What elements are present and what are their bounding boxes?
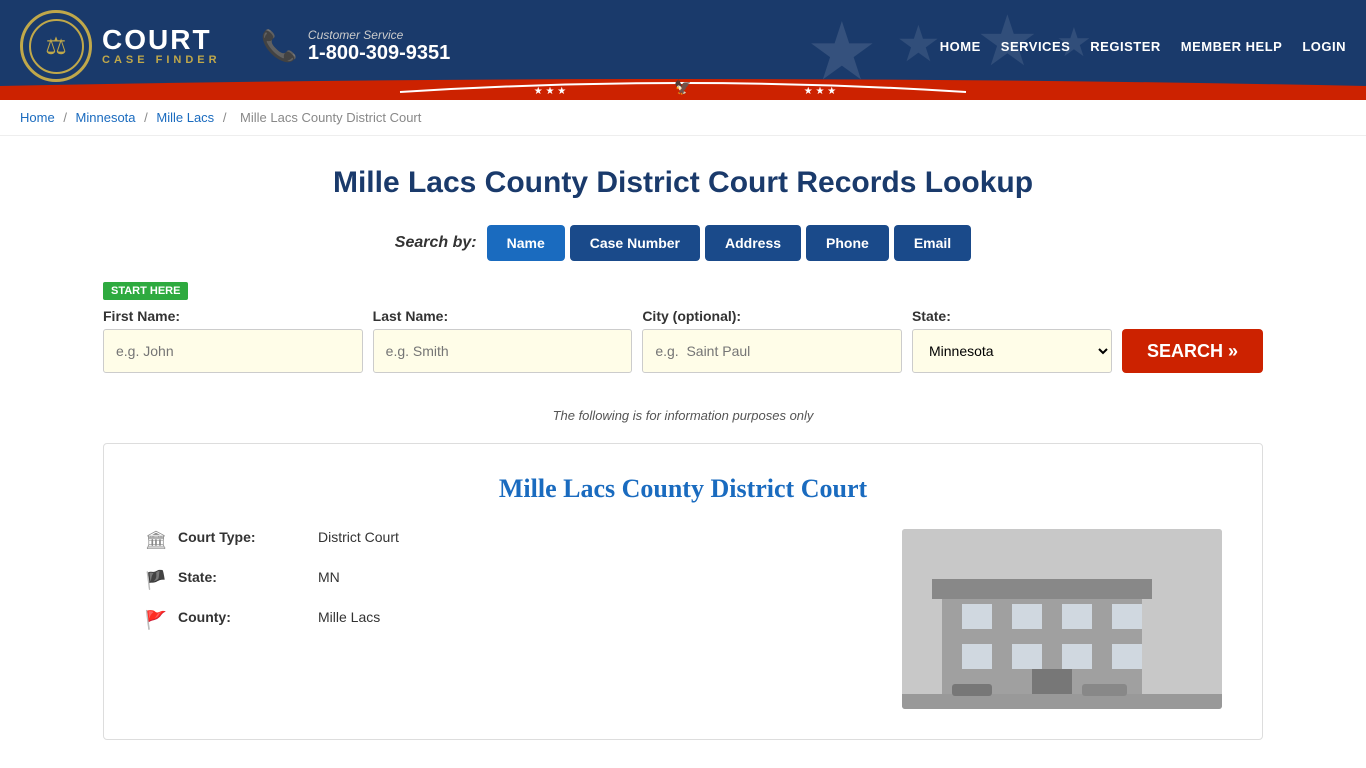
building-svg [902, 529, 1222, 709]
search-by-label: Search by: [395, 234, 477, 252]
court-type-row: 🏛 Court Type: District Court [144, 529, 872, 551]
city-group: City (optional): [642, 308, 902, 373]
logo-emblem: ⚖ [29, 19, 84, 74]
breadcrumb-mille-lacs[interactable]: Mille Lacs [156, 110, 214, 125]
county-label: County: [178, 609, 308, 625]
logo-case-finder-text: CASE FINDER [102, 54, 221, 66]
main-nav: HOME SERVICES REGISTER MEMBER HELP LOGIN [940, 39, 1346, 54]
court-info-details: 🏛 Court Type: District Court 🏴 State: MN… [144, 529, 872, 709]
header-divider: 🦅 ★ ★ ★ ★ ★ ★ [0, 92, 1366, 100]
last-name-group: Last Name: [373, 308, 633, 373]
court-type-value: District Court [318, 529, 399, 545]
city-label: City (optional): [642, 308, 902, 324]
county-icon: 🚩 [144, 610, 168, 631]
city-input[interactable] [642, 329, 902, 373]
court-type-label: Court Type: [178, 529, 308, 545]
state-select[interactable]: Minnesota Alabama Alaska Arizona [912, 329, 1112, 373]
breadcrumb-sep-2: / [144, 110, 151, 125]
nav-register[interactable]: REGISTER [1090, 39, 1160, 54]
tab-name[interactable]: Name [487, 225, 565, 261]
breadcrumb-home[interactable]: Home [20, 110, 55, 125]
first-name-input[interactable] [103, 329, 363, 373]
breadcrumb-current: Mille Lacs County District Court [240, 110, 421, 125]
tab-email[interactable]: Email [894, 225, 971, 261]
breadcrumb: Home / Minnesota / Mille Lacs / Mille La… [0, 100, 1366, 136]
cs-phone: 1-800-309-9351 [308, 42, 450, 65]
first-name-group: First Name: [103, 308, 363, 373]
breadcrumb-minnesota[interactable]: Minnesota [76, 110, 136, 125]
svg-text:🦅: 🦅 [674, 78, 691, 96]
nav-home[interactable]: HOME [940, 39, 981, 54]
search-form-area: START HERE First Name: Last Name: City (… [103, 276, 1263, 393]
cs-text: Customer Service 1-800-309-9351 [308, 28, 450, 65]
court-type-icon: 🏛 [144, 530, 168, 551]
building-sketch [902, 529, 1222, 709]
search-by-row: Search by: Name Case Number Address Phon… [103, 225, 1263, 261]
nav-services[interactable]: SERVICES [1001, 39, 1071, 54]
court-info-layout: 🏛 Court Type: District Court 🏴 State: MN… [144, 529, 1222, 709]
main-content: Mille Lacs County District Court Records… [83, 146, 1283, 760]
first-name-label: First Name: [103, 308, 363, 324]
nav-member-help[interactable]: MEMBER HELP [1181, 39, 1283, 54]
court-card: Mille Lacs County District Court 🏛 Court… [103, 443, 1263, 740]
state-group: State: Minnesota Alabama Alaska Arizona [912, 308, 1112, 373]
state-value: MN [318, 569, 340, 585]
tab-address[interactable]: Address [705, 225, 801, 261]
wave-container: 🦅 ★ ★ ★ ★ ★ ★ [0, 72, 1366, 100]
page-title: Mille Lacs County District Court Records… [103, 166, 1263, 200]
breadcrumb-sep-3: / [223, 110, 230, 125]
tab-case-number[interactable]: Case Number [570, 225, 700, 261]
wave-svg: 🦅 ★ ★ ★ ★ ★ ★ [0, 72, 1366, 100]
state-label: State: [912, 308, 1112, 324]
phone-icon: 📞 [261, 29, 298, 64]
logo-text: COURT CASE FINDER [102, 26, 221, 66]
county-value: Mille Lacs [318, 609, 380, 625]
logo-court-text: COURT [102, 26, 221, 54]
tab-phone[interactable]: Phone [806, 225, 889, 261]
court-building-image [902, 529, 1222, 709]
cs-label: Customer Service [308, 28, 450, 42]
last-name-input[interactable] [373, 329, 633, 373]
svg-text:★ ★ ★: ★ ★ ★ [534, 86, 566, 97]
court-card-title: Mille Lacs County District Court [144, 474, 1222, 504]
form-row: First Name: Last Name: City (optional): … [103, 308, 1263, 373]
info-note: The following is for information purpose… [103, 408, 1263, 423]
svg-text:★ ★ ★: ★ ★ ★ [804, 86, 836, 97]
state-label-detail: State: [178, 569, 308, 585]
state-row: 🏴 State: MN [144, 569, 872, 591]
county-row: 🚩 County: Mille Lacs [144, 609, 872, 631]
customer-service: 📞 Customer Service 1-800-309-9351 [261, 28, 451, 65]
last-name-label: Last Name: [373, 308, 633, 324]
search-button[interactable]: SEARCH » [1122, 329, 1263, 373]
state-icon: 🏴 [144, 570, 168, 591]
nav-login[interactable]: LOGIN [1302, 39, 1346, 54]
start-here-badge: START HERE [103, 281, 1263, 308]
breadcrumb-sep-1: / [63, 110, 70, 125]
